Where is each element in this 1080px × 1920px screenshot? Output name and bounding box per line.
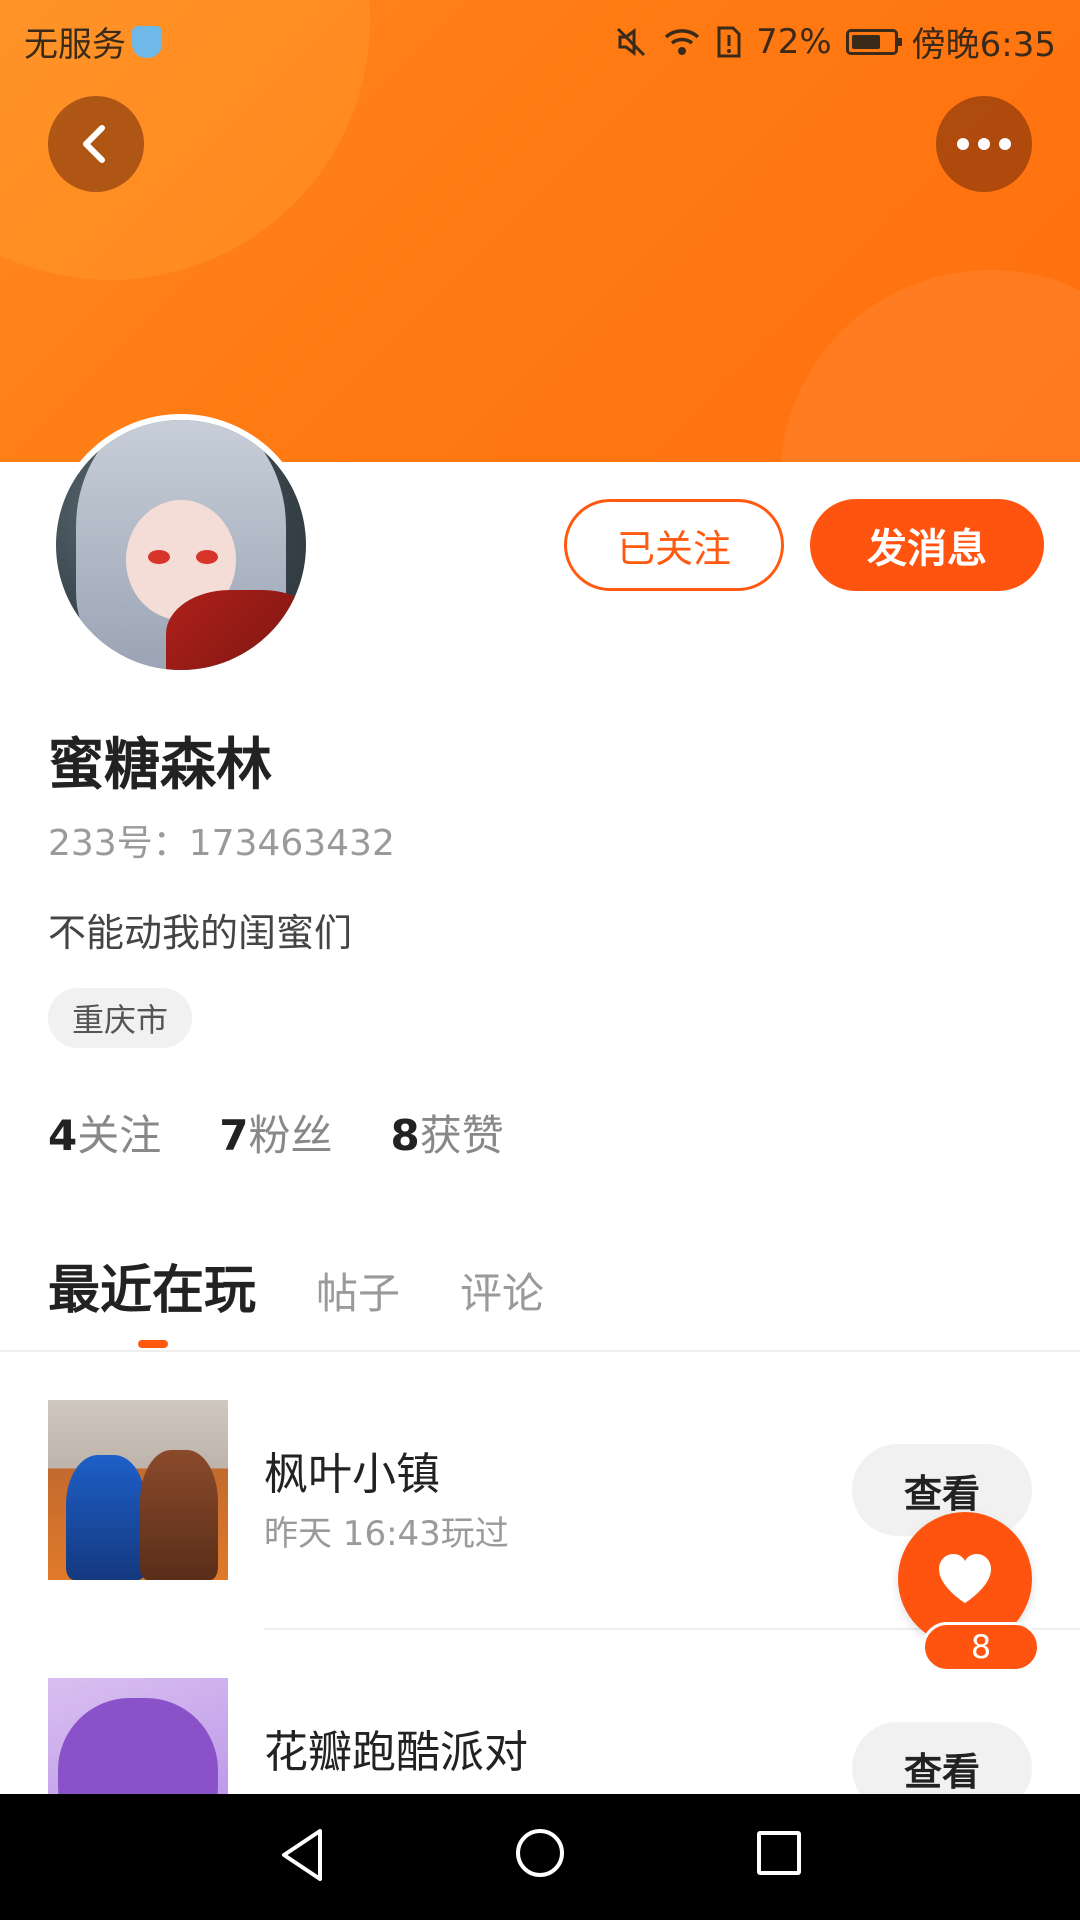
battery-percent: 72% — [756, 21, 832, 62]
shield-icon — [132, 25, 162, 58]
divider — [0, 1350, 1080, 1352]
status-time: 傍晚6:35 — [911, 25, 1056, 65]
game-last-played: 昨天 16:43玩过 — [264, 1514, 509, 1554]
status-bar: 无服务 72% 傍晚6:35 — [0, 0, 1080, 76]
wifi-icon — [664, 28, 700, 55]
game-title: 枫叶小镇 — [264, 1449, 440, 1500]
heart-icon — [939, 1554, 991, 1603]
more-dots-icon — [957, 138, 1011, 150]
stat-likes[interactable]: 8获赞 — [391, 1102, 504, 1163]
tab-recently-played[interactable]: 最近在玩 — [48, 1248, 256, 1323]
location-tag: 重庆市 — [48, 988, 193, 1048]
send-message-button[interactable]: 发消息 — [810, 499, 1044, 591]
nav-home-icon[interactable] — [516, 1829, 564, 1877]
game-thumbnail — [48, 1400, 228, 1580]
mute-icon — [617, 27, 646, 56]
profile-tabs: 最近在玩 帖子 评论 — [48, 1248, 544, 1323]
tab-posts[interactable]: 帖子 — [316, 1260, 400, 1321]
like-count-badge: 8 — [922, 1622, 1040, 1672]
more-options-button[interactable] — [936, 96, 1032, 192]
sim-alert-icon — [717, 26, 741, 57]
followed-button[interactable]: 已关注 — [564, 499, 784, 591]
game-title: 花瓣跑酷派对 — [264, 1727, 528, 1778]
carrier-text: 无服务 — [24, 25, 126, 65]
stat-fans[interactable]: 7粉丝 — [219, 1102, 332, 1163]
active-tab-indicator — [138, 1340, 168, 1348]
back-button[interactable] — [48, 96, 144, 192]
nav-back-icon[interactable] — [278, 1827, 326, 1883]
avatar-image — [56, 420, 306, 670]
battery-icon — [845, 28, 902, 55]
back-arrow-icon — [83, 125, 105, 163]
system-navigation-bar — [0, 1794, 1080, 1920]
avatar[interactable] — [50, 414, 312, 676]
profile-id: 233号：173463432 — [48, 823, 395, 864]
stat-following[interactable]: 4关注 — [48, 1102, 161, 1163]
banner-decoration — [780, 270, 1080, 462]
profile-name: 蜜糖森林 — [48, 733, 272, 798]
profile-stats: 4关注 7粉丝 8获赞 — [48, 1102, 504, 1163]
tab-comments[interactable]: 评论 — [460, 1260, 544, 1321]
nav-recent-icon[interactable] — [757, 1831, 801, 1875]
profile-header-banner: 无服务 72% 傍晚6:35 — [0, 0, 1080, 462]
profile-bio: 不能动我的闺蜜们 — [48, 911, 353, 955]
